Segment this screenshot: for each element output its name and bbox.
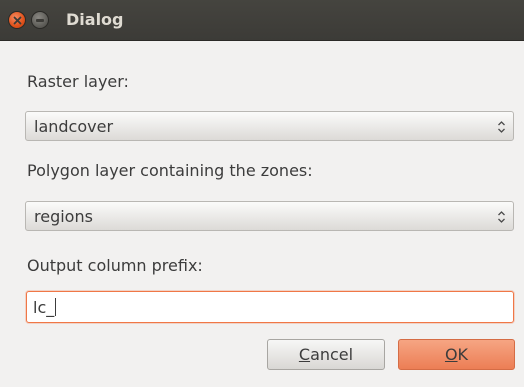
polygon-layer-combo[interactable]: regions	[25, 201, 514, 231]
up-down-arrows-icon	[498, 211, 505, 223]
window-title: Dialog	[66, 10, 124, 29]
polygon-layer-value: regions	[34, 207, 93, 226]
up-down-arrows-icon	[498, 121, 505, 133]
minimize-icon[interactable]	[31, 11, 49, 29]
polygon-layer-label: Polygon layer containing the zones:	[27, 161, 313, 180]
cancel-button[interactable]: Cancel	[267, 339, 385, 370]
text-caret	[55, 298, 57, 316]
dialog-window: Dialog Raster layer: landcover Polygon l…	[0, 0, 524, 387]
output-prefix-label: Output column prefix:	[27, 256, 203, 275]
output-prefix-input[interactable]: lc_	[26, 291, 514, 323]
raster-layer-combo[interactable]: landcover	[25, 111, 514, 141]
raster-layer-value: landcover	[34, 117, 114, 136]
close-icon[interactable]	[8, 11, 26, 29]
output-prefix-value: lc_	[33, 298, 57, 317]
ok-button[interactable]: OK	[398, 339, 515, 370]
raster-layer-label: Raster layer:	[27, 72, 129, 91]
title-bar[interactable]: Dialog	[0, 0, 524, 41]
